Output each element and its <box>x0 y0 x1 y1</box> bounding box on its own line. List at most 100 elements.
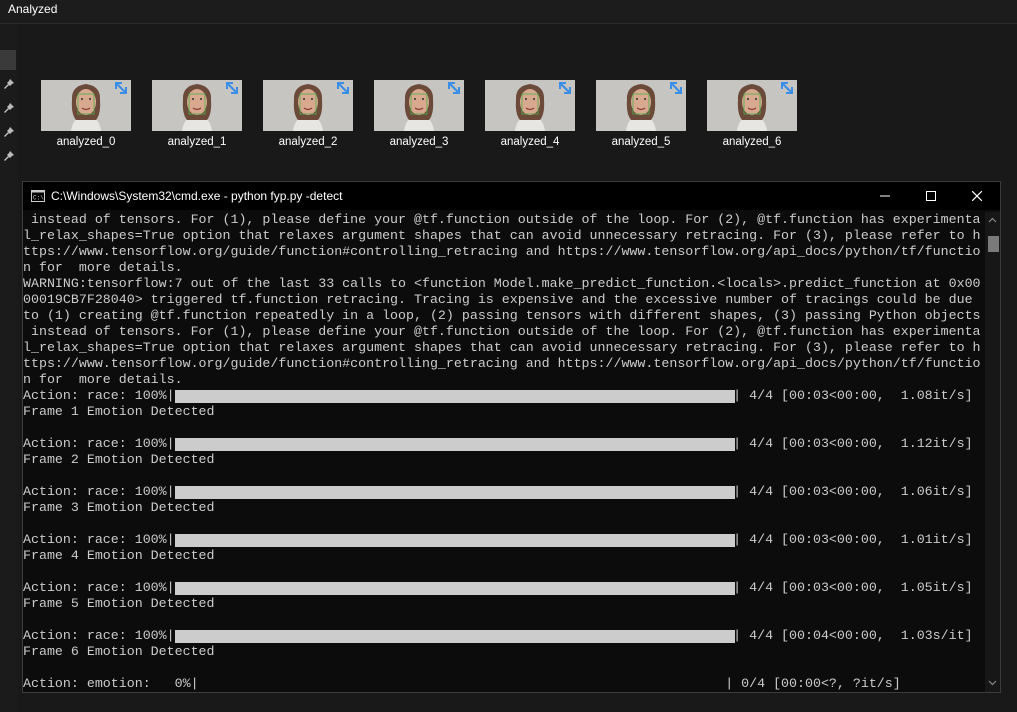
sync-badge-icon <box>448 82 460 94</box>
console-line-text: 00019CB7F28040> triggered tf.function re… <box>23 292 973 307</box>
thumbnail-label: analyzed_6 <box>722 136 782 148</box>
console-line: l_relax_shapes=True option that relaxes … <box>23 228 985 244</box>
thumbnail-item[interactable]: analyzed_3 <box>374 80 464 148</box>
console-line-text: n for more details. <box>23 260 183 275</box>
thumbnail-label: analyzed_3 <box>389 136 449 148</box>
minimize-icon <box>880 195 890 197</box>
progress-line: Action: race: 100%| | 4/4 [00:04<00:00, … <box>23 628 985 644</box>
maximize-icon <box>926 191 936 201</box>
sync-badge-icon <box>559 82 571 94</box>
console-line-text: Frame 4 Emotion Detected <box>23 548 215 563</box>
sync-badge-icon <box>670 82 682 94</box>
console-line-text: Frame 1 Emotion Detected <box>23 404 215 419</box>
thumbnail-item[interactable]: analyzed_6 <box>707 80 797 148</box>
close-button[interactable] <box>954 182 1000 210</box>
pin-icon[interactable] <box>3 150 15 162</box>
scroll-up-arrow-icon[interactable] <box>988 216 997 225</box>
console-line: 00019CB7F28040> triggered tf.function re… <box>23 292 985 308</box>
thumbnail-label: analyzed_0 <box>56 136 116 148</box>
svg-text:C:\: C:\ <box>33 195 44 202</box>
thumbnail-label: analyzed_4 <box>500 136 560 148</box>
console-line-text: Action: emotion: 0%| | 0/4 [00:00<?, ?it… <box>23 676 901 691</box>
console-line: ttps://www.tensorflow.org/guide/function… <box>23 244 985 260</box>
progress-bar-fill <box>175 582 735 595</box>
progress-line: Action: emotion: 0%| | 0/4 [00:00<?, ?it… <box>23 676 985 692</box>
progress-bar-fill <box>175 438 735 451</box>
thumbnail-label: analyzed_1 <box>167 136 227 148</box>
progress-bar-fill <box>175 486 735 499</box>
console-output[interactable]: instead of tensors. For (1), please defi… <box>23 212 985 692</box>
thumbnail-image[interactable] <box>374 80 464 131</box>
console-line: Frame 3 Emotion Detected <box>23 500 985 516</box>
console-line: Frame 4 Emotion Detected <box>23 548 985 564</box>
thumbnail-item[interactable]: analyzed_5 <box>596 80 686 148</box>
progress-line: Action: race: 100%| | 4/4 [00:03<00:00, … <box>23 484 985 500</box>
progress-bar-fill <box>175 630 735 643</box>
explorer-title-bar: Analyzed <box>0 0 1017 24</box>
console-line: to (1) creating @tf.function repeatedly … <box>23 308 985 324</box>
cmd-window[interactable]: C:\ C:\Windows\System32\cmd.exe - python… <box>22 181 1001 693</box>
vertical-scrollbar[interactable] <box>985 212 1000 692</box>
minimize-button[interactable] <box>862 182 908 210</box>
thumbnail-label: analyzed_5 <box>611 136 671 148</box>
console-line-text: instead of tensors. For (1), please defi… <box>23 212 981 227</box>
progress-bar-fill <box>175 534 735 547</box>
thumbnail-image[interactable] <box>263 80 353 131</box>
thumbnail-item[interactable]: analyzed_2 <box>263 80 353 148</box>
cmd-title-bar[interactable]: C:\ C:\Windows\System32\cmd.exe - python… <box>23 182 1000 210</box>
scroll-thumb[interactable] <box>988 236 999 252</box>
thumbnail-image[interactable] <box>152 80 242 131</box>
sync-badge-icon <box>781 82 793 94</box>
close-icon <box>972 191 982 201</box>
progress-line: Action: race: 100%| | 4/4 [00:03<00:00, … <box>23 532 985 548</box>
navigation-pane[interactable] <box>0 24 18 712</box>
console-line-text: ttps://www.tensorflow.org/guide/function… <box>23 244 981 259</box>
console-line: Frame 5 Emotion Detected <box>23 596 985 612</box>
progress-line: Action: race: 100%| | 4/4 [00:03<00:00, … <box>23 388 985 404</box>
console-line-text: Frame 3 Emotion Detected <box>23 500 215 515</box>
pin-icon[interactable] <box>3 102 15 114</box>
console-line: Frame 6 Emotion Detected <box>23 644 985 660</box>
pin-icon[interactable] <box>3 78 15 90</box>
console-line-text: n for more details. <box>23 372 183 387</box>
console-line: n for more details. <box>23 260 985 276</box>
console-line-text: WARNING:tensorflow:7 out of the last 33 … <box>23 276 981 291</box>
pin-icon[interactable] <box>3 126 15 138</box>
console-line-text: to (1) creating @tf.function repeatedly … <box>23 308 981 323</box>
console-line: ttps://www.tensorflow.org/guide/function… <box>23 356 985 372</box>
sync-badge-icon <box>226 82 238 94</box>
console-line-text: instead of tensors. For (1), please defi… <box>23 324 981 339</box>
thumbnail-image[interactable] <box>485 80 575 131</box>
thumbnail-item[interactable]: analyzed_1 <box>152 80 242 148</box>
progress-line: Action: race: 100%| | 4/4 [00:03<00:00, … <box>23 436 985 452</box>
thumbnail-image[interactable] <box>596 80 686 131</box>
console-line-text: Frame 5 Emotion Detected <box>23 596 215 611</box>
sync-badge-icon <box>115 82 127 94</box>
thumbnail-image[interactable] <box>707 80 797 131</box>
thumbnail-item[interactable]: analyzed_4 <box>485 80 575 148</box>
thumbnail-image[interactable] <box>41 80 131 131</box>
console-line-text: Frame 2 Emotion Detected <box>23 452 215 467</box>
cmd-icon: C:\ <box>31 190 45 202</box>
console-line: Frame 2 Emotion Detected <box>23 452 985 468</box>
progress-bar-fill <box>175 390 735 403</box>
thumbnail-item[interactable]: analyzed_0 <box>41 80 131 148</box>
console-line-text: Frame 6 Emotion Detected <box>23 644 215 659</box>
console-line: instead of tensors. For (1), please defi… <box>23 212 985 228</box>
console-line-text: ttps://www.tensorflow.org/guide/function… <box>23 356 981 371</box>
scroll-down-arrow-icon[interactable] <box>988 678 997 687</box>
console-line: instead of tensors. For (1), please defi… <box>23 324 985 340</box>
progress-line: Action: race: 100%| | 4/4 [00:03<00:00, … <box>23 580 985 596</box>
console-line: n for more details. <box>23 372 985 388</box>
console-line: l_relax_shapes=True option that relaxes … <box>23 340 985 356</box>
console-line-text: l_relax_shapes=True option that relaxes … <box>23 228 981 243</box>
console-line: Frame 1 Emotion Detected <box>23 404 985 420</box>
maximize-button[interactable] <box>908 182 954 210</box>
nav-selected-item[interactable] <box>0 50 16 70</box>
sync-badge-icon <box>337 82 349 94</box>
